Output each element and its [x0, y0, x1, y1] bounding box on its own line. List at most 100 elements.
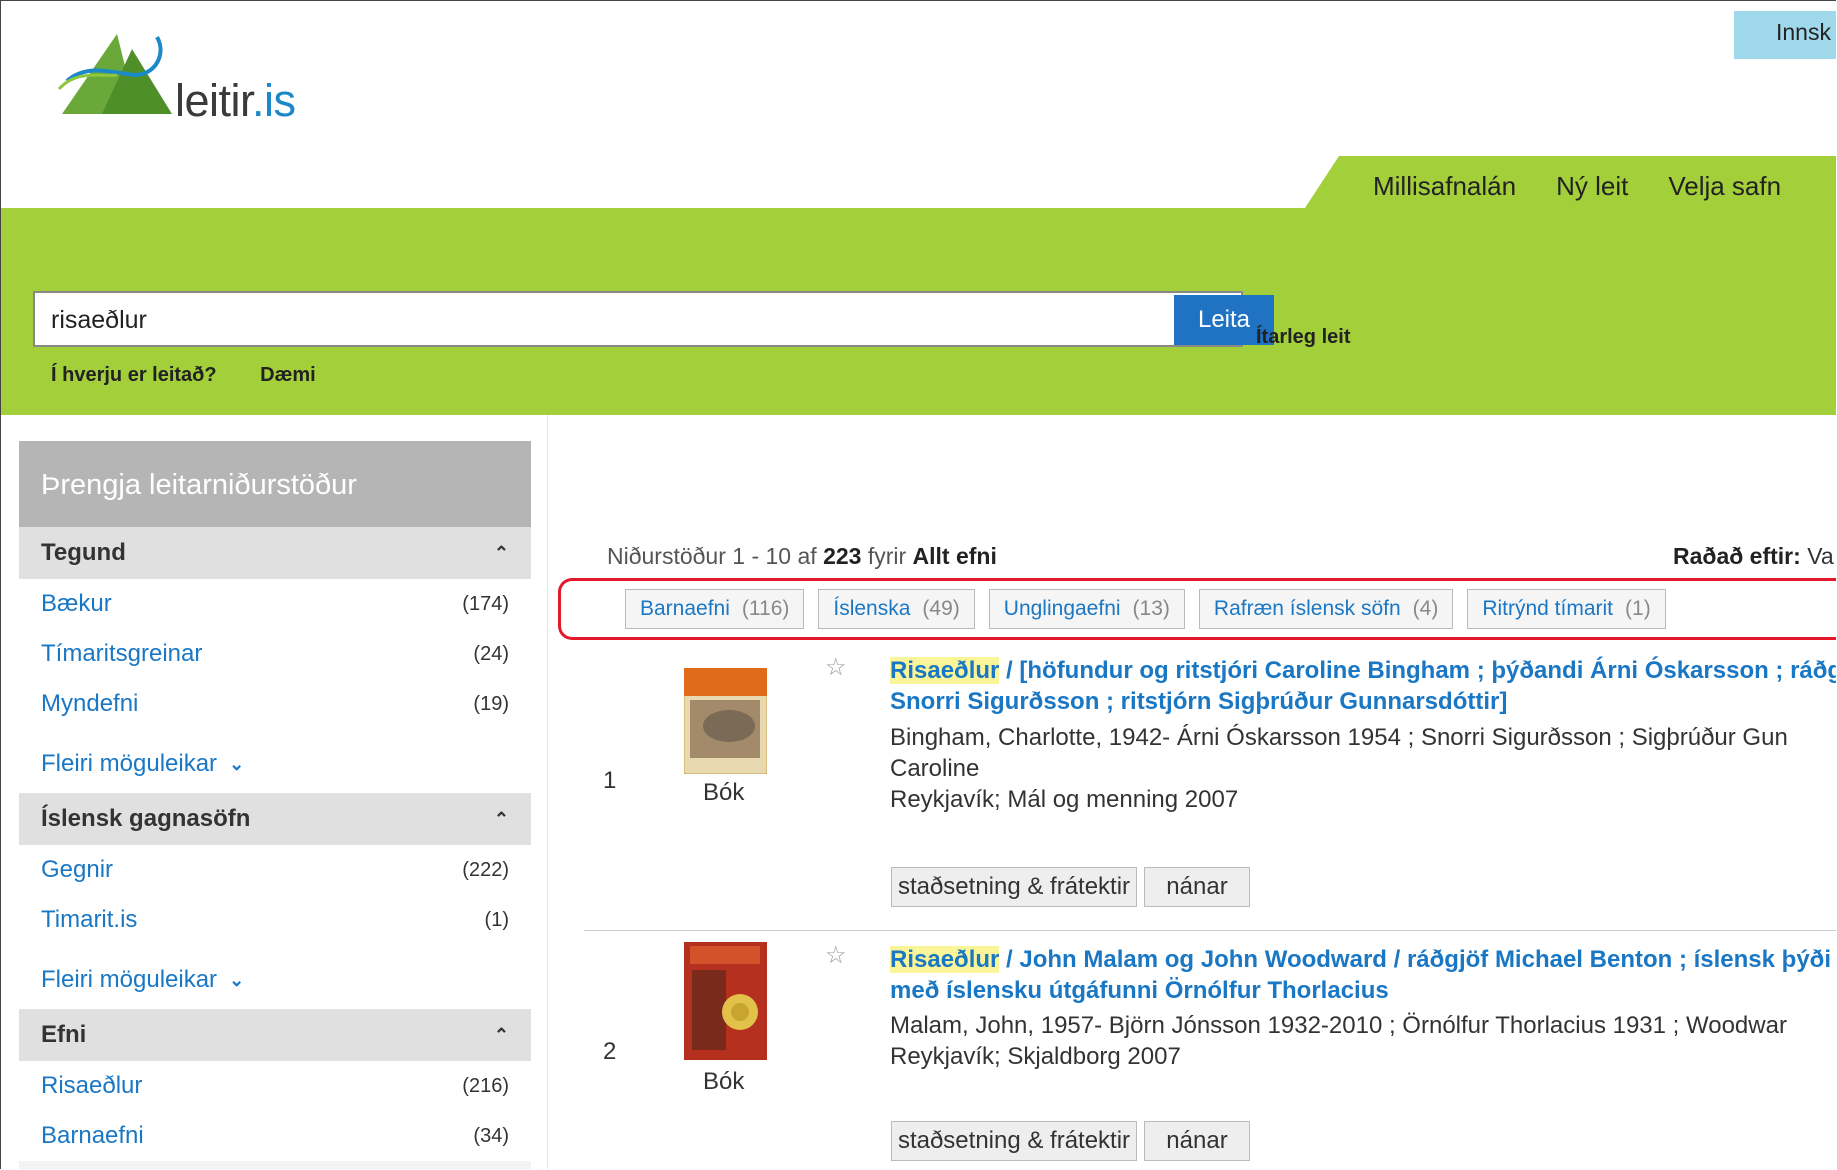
star-icon[interactable]: ☆ — [825, 653, 847, 682]
sort-label: Raðað eftir: — [1673, 543, 1801, 569]
chip-count: (13) — [1132, 597, 1170, 620]
facet-header-databases[interactable]: Íslensk gagnasöfn ⌃ — [19, 793, 531, 845]
facet-count: (174) — [462, 592, 509, 615]
nav-interlibrary-loan[interactable]: Millisafnalán — [1373, 171, 1516, 202]
chip-label: Íslenska — [833, 597, 911, 620]
facet-header-type[interactable]: Tegund ⌃ — [19, 527, 531, 579]
summary-scope: Allt efni — [912, 543, 997, 569]
result-publication: Reykjavík; Mál og menning 2007 — [890, 786, 1239, 813]
logo-name: leitir — [175, 75, 253, 126]
sidebar-title: Þrengja leitarniðurstöður — [19, 441, 531, 527]
main-nav: Millisafnalán Ný leit Velja safn — [1373, 171, 1821, 202]
location-reservations-button[interactable]: staðsetning & frátektir — [891, 867, 1137, 907]
result-title-link[interactable]: Risaeðlur / John Malam og John Woodward … — [890, 944, 1836, 975]
facet-item[interactable]: Timarit.is (1) — [19, 895, 531, 945]
result-item: 2 Bók ☆ Risaeðlur / John Malam og John W… — [581, 936, 1836, 1169]
chip-count: (49) — [922, 597, 960, 620]
more-options-label: Fleiri möguleikar — [41, 966, 218, 993]
title-rest: / John Malam og John Woodward / ráðgjöf … — [999, 946, 1832, 973]
more-options-link[interactable]: Fleiri möguleikar ⌄ — [19, 729, 531, 793]
title-highlight: Risaeðlur — [890, 657, 1000, 684]
facet-title: Efni — [41, 1021, 87, 1048]
filter-chip[interactable]: Ritrýnd tímarit (1) — [1467, 589, 1666, 629]
details-button[interactable]: nánar — [1144, 867, 1250, 907]
result-item: 1 Bók ☆ Risaeðlur / [höfundur og ritstjó… — [581, 651, 1836, 921]
facet-label: Risaeðlur — [41, 1072, 143, 1099]
star-icon[interactable]: ☆ — [825, 941, 847, 970]
filter-chip[interactable]: Unglingaefni (13) — [988, 589, 1185, 629]
result-authors: Bingham, Charlotte, 1942- Árni Óskarsson… — [890, 724, 1788, 751]
facet-item[interactable]: Tímaritsgreinar (24) — [19, 629, 531, 679]
facet-header-subject[interactable]: Efni ⌃ — [19, 1009, 531, 1061]
facet-title: Tegund — [41, 539, 126, 566]
login-button[interactable]: Innsk — [1734, 11, 1836, 59]
item-type: Bók — [703, 1068, 745, 1095]
collapse-icon[interactable]: ⌃ — [494, 809, 509, 830]
collapse-icon[interactable]: ⌃ — [494, 1025, 509, 1046]
facet-item[interactable]: Gegnir (222) — [19, 845, 531, 895]
result-title-link-line2[interactable]: með íslensku útgáfunni Örnólfur Thorlaci… — [890, 975, 1836, 1006]
logo-text[interactable]: leitir.is — [175, 75, 296, 127]
header: leitir.is Innsk — [1, 1, 1836, 178]
result-number: 2 — [603, 1038, 617, 1065]
advanced-search-link[interactable]: Ítarleg leit — [1256, 326, 1350, 349]
facet-label: Bækur — [41, 590, 112, 617]
search-help-links: Í hverju er leitað? Dæmi — [51, 364, 354, 387]
page-frame: leitir.is Innsk Millisafnalán Ný leit Ve… — [0, 0, 1836, 1169]
book-cover-icon[interactable] — [684, 656, 767, 774]
chip-label: Barnaefni — [640, 597, 730, 620]
location-reservations-button[interactable]: staðsetning & frátektir — [891, 1121, 1137, 1161]
collapse-icon[interactable]: ⌃ — [494, 543, 509, 564]
facet-count: (24) — [473, 642, 509, 665]
result-authors-cont: Caroline — [890, 755, 980, 782]
facet-label: Myndefni — [41, 690, 139, 717]
filter-chip[interactable]: Íslenska (49) — [818, 589, 975, 629]
facet-item[interactable]: Risaeðlur (216) — [19, 1061, 531, 1111]
sort-control[interactable]: Raðað eftir: Va — [1673, 543, 1834, 570]
title-highlight: Risaeðlur — [890, 946, 1000, 973]
summary-mid: fyrir — [867, 543, 907, 569]
filter-chips: Barnaefni (116) Íslenska (49) Unglingaefni… — [625, 589, 1666, 629]
results-summary: Niðurstöður 1 - 10 af 223 fyrir Allt efn… — [607, 543, 997, 570]
facet-count: (1) — [484, 908, 509, 931]
refine-sidebar: Þrengja leitarniðurstöður Tegund ⌃ Bækur (… — [19, 441, 531, 1169]
facet-item[interactable]: Barnaefni (34) — [19, 1111, 531, 1161]
facet-item[interactable]: Bækur (174) — [19, 579, 531, 629]
filter-chip[interactable]: Rafræn íslensk söfn (4) — [1198, 589, 1454, 629]
chevron-down-icon: ⌄ — [229, 969, 245, 990]
sort-value[interactable]: Va — [1807, 543, 1833, 569]
result-title-link[interactable]: Risaeðlur / [höfundur og ritstjóri Carol… — [890, 655, 1836, 686]
result-authors: Malam, John, 1957- Björn Jónsson 1932-20… — [890, 1012, 1787, 1039]
nav-choose-library[interactable]: Velja safn — [1668, 171, 1781, 202]
chip-count: (1) — [1625, 597, 1651, 620]
chip-count: (4) — [1412, 597, 1439, 620]
result-divider — [584, 930, 1836, 931]
result-title-link-line2[interactable]: Snorri Sigurðsson ; ritstjórn Sigþrúður … — [890, 686, 1836, 717]
facet-label: Timarit.is — [41, 906, 138, 933]
examples-link[interactable]: Dæmi — [260, 364, 316, 386]
what-is-searched-link[interactable]: Í hverju er leitað? — [51, 364, 217, 386]
facet-label: Gegnir — [41, 856, 114, 883]
facet-label: Barnaefni — [41, 1122, 144, 1149]
nav-new-search[interactable]: Ný leit — [1556, 171, 1628, 202]
search-input[interactable] — [51, 303, 1151, 337]
chip-count: (116) — [741, 597, 790, 620]
book-cover-icon[interactable] — [684, 942, 767, 1060]
filter-chip[interactable]: Barnaefni (116) — [625, 589, 805, 629]
item-type: Bók — [703, 779, 745, 806]
logo-tld: .is — [252, 75, 296, 126]
more-options-link[interactable]: Fleiri möguleikar ⌄ — [19, 945, 531, 1009]
facet-count: (19) — [473, 692, 509, 715]
chip-label: Rafræn íslensk söfn — [1213, 597, 1401, 620]
result-publication: Reykjavík; Skjaldborg 2007 — [890, 1043, 1181, 1070]
chip-label: Unglingaefni — [1003, 597, 1121, 620]
search-box: Leita — [33, 291, 1274, 347]
facet-label: Tímaritsgreinar — [41, 640, 203, 667]
chip-label: Ritrýnd tímarit — [1482, 597, 1614, 620]
title-rest: / [höfundur og ritstjóri Caroline Bingha… — [999, 657, 1836, 684]
chevron-down-icon: ⌄ — [229, 753, 245, 774]
details-button[interactable]: nánar — [1144, 1121, 1250, 1161]
more-options-label: Fleiri möguleikar — [41, 750, 218, 777]
result-number: 1 — [603, 767, 617, 794]
facet-item[interactable]: Myndefni (19) — [19, 679, 531, 729]
